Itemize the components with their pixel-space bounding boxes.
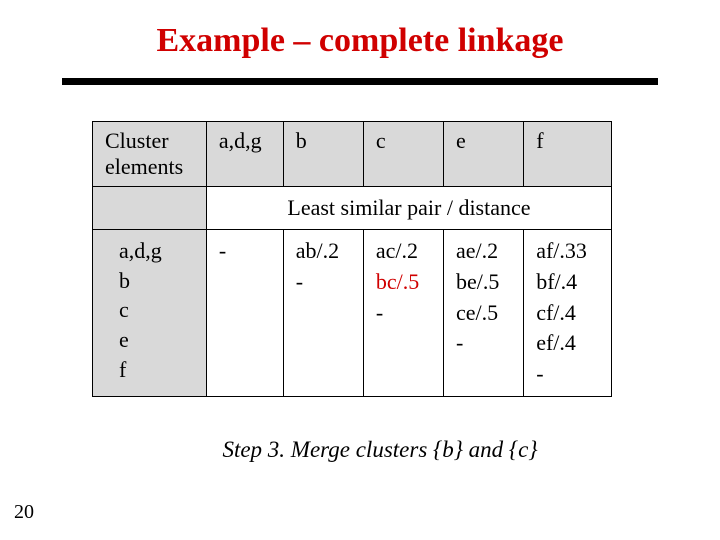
data-col-f: af/.33bf/.4cf/.4ef/.4- (524, 230, 612, 397)
col-header-b: b (283, 122, 363, 187)
page-number: 20 (14, 501, 34, 524)
table-header-row: Cluster elements a,d,g b c e f (93, 122, 612, 187)
table-subhead: Least similar pair / distance (206, 187, 611, 230)
title-rule (62, 78, 658, 85)
col-header-cluster: Cluster elements (93, 122, 207, 187)
data-col-e: ae/.2be/.5ce/.5- (444, 230, 524, 397)
data-col-adg: - (206, 230, 283, 397)
slide-title: Example – complete linkage (0, 0, 720, 60)
table-data-row: a,d,gbcef - ab/.2- ac/.2bc/.5- ae/.2be/.… (93, 230, 612, 397)
linkage-table-wrap: Cluster elements a,d,g b c e f Least sim… (92, 121, 612, 397)
subhead-blank (93, 187, 207, 230)
linkage-table: Cluster elements a,d,g b c e f Least sim… (92, 121, 612, 397)
step-caption: Step 3. Merge clusters {b} and {c} (40, 437, 720, 463)
data-col-b: ab/.2- (283, 230, 363, 397)
col-header-e: e (444, 122, 524, 187)
data-col-c: ac/.2bc/.5- (363, 230, 443, 397)
col-header-f: f (524, 122, 612, 187)
table-subhead-row: Least similar pair / distance (93, 187, 612, 230)
row-labels: a,d,gbcef (93, 230, 207, 397)
col-header-c: c (363, 122, 443, 187)
col-header-adg: a,d,g (206, 122, 283, 187)
